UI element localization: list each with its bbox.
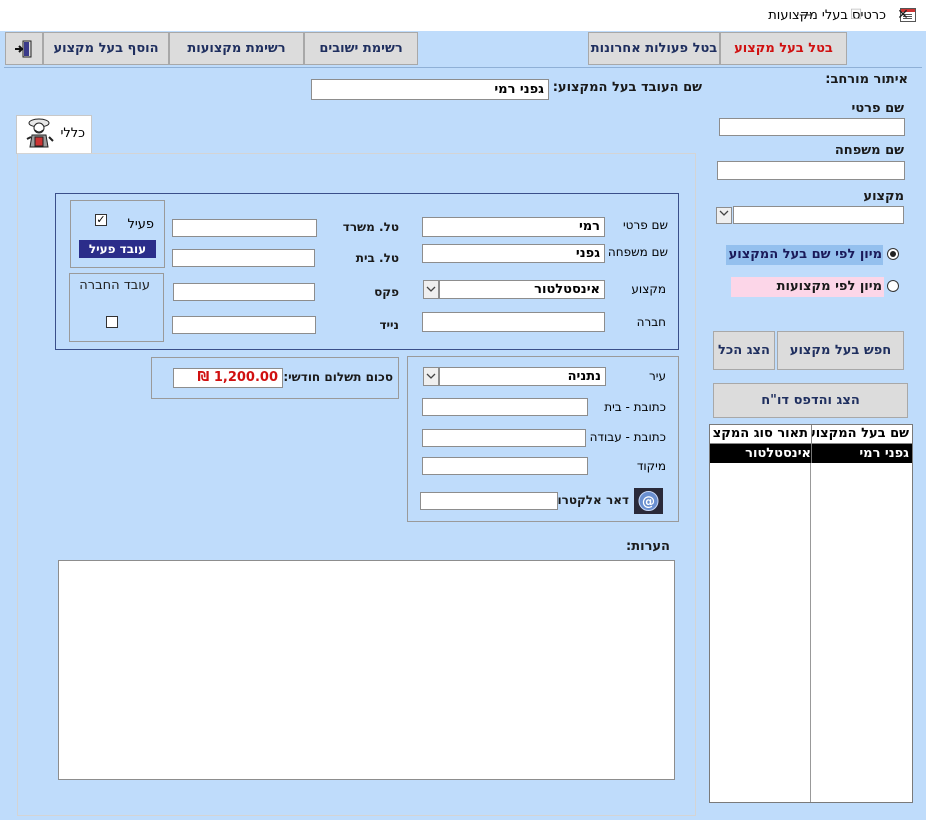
first-name-label: שם פרטי xyxy=(622,218,668,232)
city-label: עיר xyxy=(649,369,666,383)
sort-by-profession-radio[interactable] xyxy=(887,280,899,292)
profession-combo[interactable]: אינסטלטור xyxy=(439,280,605,299)
list-header-name[interactable]: שם בעל המקצוע xyxy=(811,425,912,444)
sort-by-name-radio[interactable] xyxy=(887,248,899,260)
svg-text:@: @ xyxy=(642,495,655,510)
search-first-name-label: שם פרטי xyxy=(851,101,904,116)
undo-recent-button[interactable]: בטל פעולות אחרונות xyxy=(588,32,720,65)
home-address-label: כתובת - בית xyxy=(604,400,666,414)
home-phone-field[interactable] xyxy=(172,249,315,267)
close-button[interactable]: ✕ xyxy=(883,4,923,26)
chevron-down-icon xyxy=(426,373,436,379)
settlements-list-button[interactable]: רשימת ישובים xyxy=(304,32,418,65)
report-button[interactable]: הצג והדפס דו"ח xyxy=(713,383,908,418)
chevron-down-icon xyxy=(426,286,436,292)
search-profession-dropdown[interactable] xyxy=(716,207,732,224)
search-pro-button[interactable]: חפש בעל מקצוע xyxy=(777,331,904,370)
worker-name-field: גפני רמי xyxy=(311,79,549,100)
active-checkbox[interactable]: ✓ xyxy=(95,214,107,226)
office-phone-field[interactable] xyxy=(172,219,317,237)
zip-label: מיקוד xyxy=(636,459,666,473)
active-badge: עובד פעיל xyxy=(79,240,156,258)
search-last-name-label: שם משפחה xyxy=(834,143,904,158)
email-at-icon[interactable]: @ xyxy=(634,488,663,514)
show-all-button[interactable]: הצג הכל xyxy=(713,331,775,370)
sort-by-profession-label: מיון לפי מקצועות xyxy=(776,279,882,294)
list-cell-name: גפני רמי xyxy=(811,444,912,463)
first-name-field[interactable]: רמי xyxy=(422,217,605,237)
last-name-label: שם משפחה xyxy=(607,245,668,259)
list-header-profession[interactable]: תאור סוג המקצ xyxy=(710,425,811,444)
exit-button[interactable] xyxy=(5,32,43,65)
sort-by-name-label: מיון לפי שם בעל המקצוע xyxy=(728,247,882,262)
active-label: פעיל xyxy=(127,217,154,232)
email-field[interactable] xyxy=(420,492,558,510)
last-name-field[interactable]: גפני xyxy=(422,244,605,263)
company-field[interactable] xyxy=(422,312,605,332)
tab-general[interactable]: כללי xyxy=(16,115,92,154)
fax-label: פקס xyxy=(374,285,399,299)
cancel-pro-button[interactable]: בטל בעל מקצוע xyxy=(720,32,847,65)
search-heading: איתור מורחב: xyxy=(825,72,908,87)
notes-textarea[interactable] xyxy=(58,560,675,780)
company-employee-label: עובד החברה xyxy=(79,278,150,293)
add-pro-button[interactable]: הוסף בעל מקצוע xyxy=(43,32,169,65)
worker-icon xyxy=(26,118,54,148)
chevron-down-icon xyxy=(719,210,729,216)
company-label: חברה xyxy=(636,315,666,329)
work-address-field[interactable] xyxy=(422,429,586,447)
search-last-name-input[interactable] xyxy=(717,161,905,180)
city-combo[interactable]: נתניה xyxy=(439,367,606,386)
mobile-label: נייד xyxy=(379,318,399,332)
minimize-button[interactable]: — xyxy=(786,4,826,26)
results-list[interactable]: שם בעל המקצוע תאור סוג המקצ גפני רמי אינ… xyxy=(709,424,913,803)
search-profession-combo[interactable] xyxy=(733,206,904,224)
title-bar: כרטיס בעלי מקצועות — ☐ ✕ xyxy=(0,0,926,32)
mobile-field[interactable] xyxy=(172,316,316,334)
company-employee-checkbox[interactable] xyxy=(106,316,118,328)
list-column-divider xyxy=(810,463,811,802)
profession-label: מקצוע xyxy=(631,282,666,296)
profession-dropdown[interactable] xyxy=(423,280,439,299)
home-phone-label: טל. בית xyxy=(355,251,399,265)
maximize-button[interactable]: ☐ xyxy=(836,4,876,26)
home-address-field[interactable] xyxy=(422,398,588,416)
monthly-payment-field[interactable]: 1,200.00 ₪ xyxy=(173,368,283,388)
list-cell-profession: אינסטלטור xyxy=(745,446,811,461)
zip-field[interactable] xyxy=(422,457,588,475)
office-phone-label: טל. משרד xyxy=(342,220,399,234)
work-address-label: כתובת - עבודה xyxy=(589,430,666,444)
exit-door-icon xyxy=(15,40,32,58)
city-dropdown[interactable] xyxy=(423,367,439,386)
toolbar-divider xyxy=(4,67,922,68)
notes-label: הערות: xyxy=(626,539,670,554)
worker-name-label: שם העובד בעל המקצוע: xyxy=(552,80,702,95)
tab-general-label: כללי xyxy=(60,126,85,141)
professions-list-button[interactable]: רשימת מקצועות xyxy=(169,32,304,65)
monthly-payment-label: סכום תשלום חודשי: xyxy=(283,370,393,384)
fax-field[interactable] xyxy=(173,283,315,301)
list-item[interactable]: גפני רמי אינסטלטור xyxy=(710,444,912,463)
search-profession-label: מקצוע xyxy=(863,189,904,204)
search-first-name-input[interactable] xyxy=(719,118,905,136)
email-label: דאר אלקטרוני xyxy=(548,493,630,507)
